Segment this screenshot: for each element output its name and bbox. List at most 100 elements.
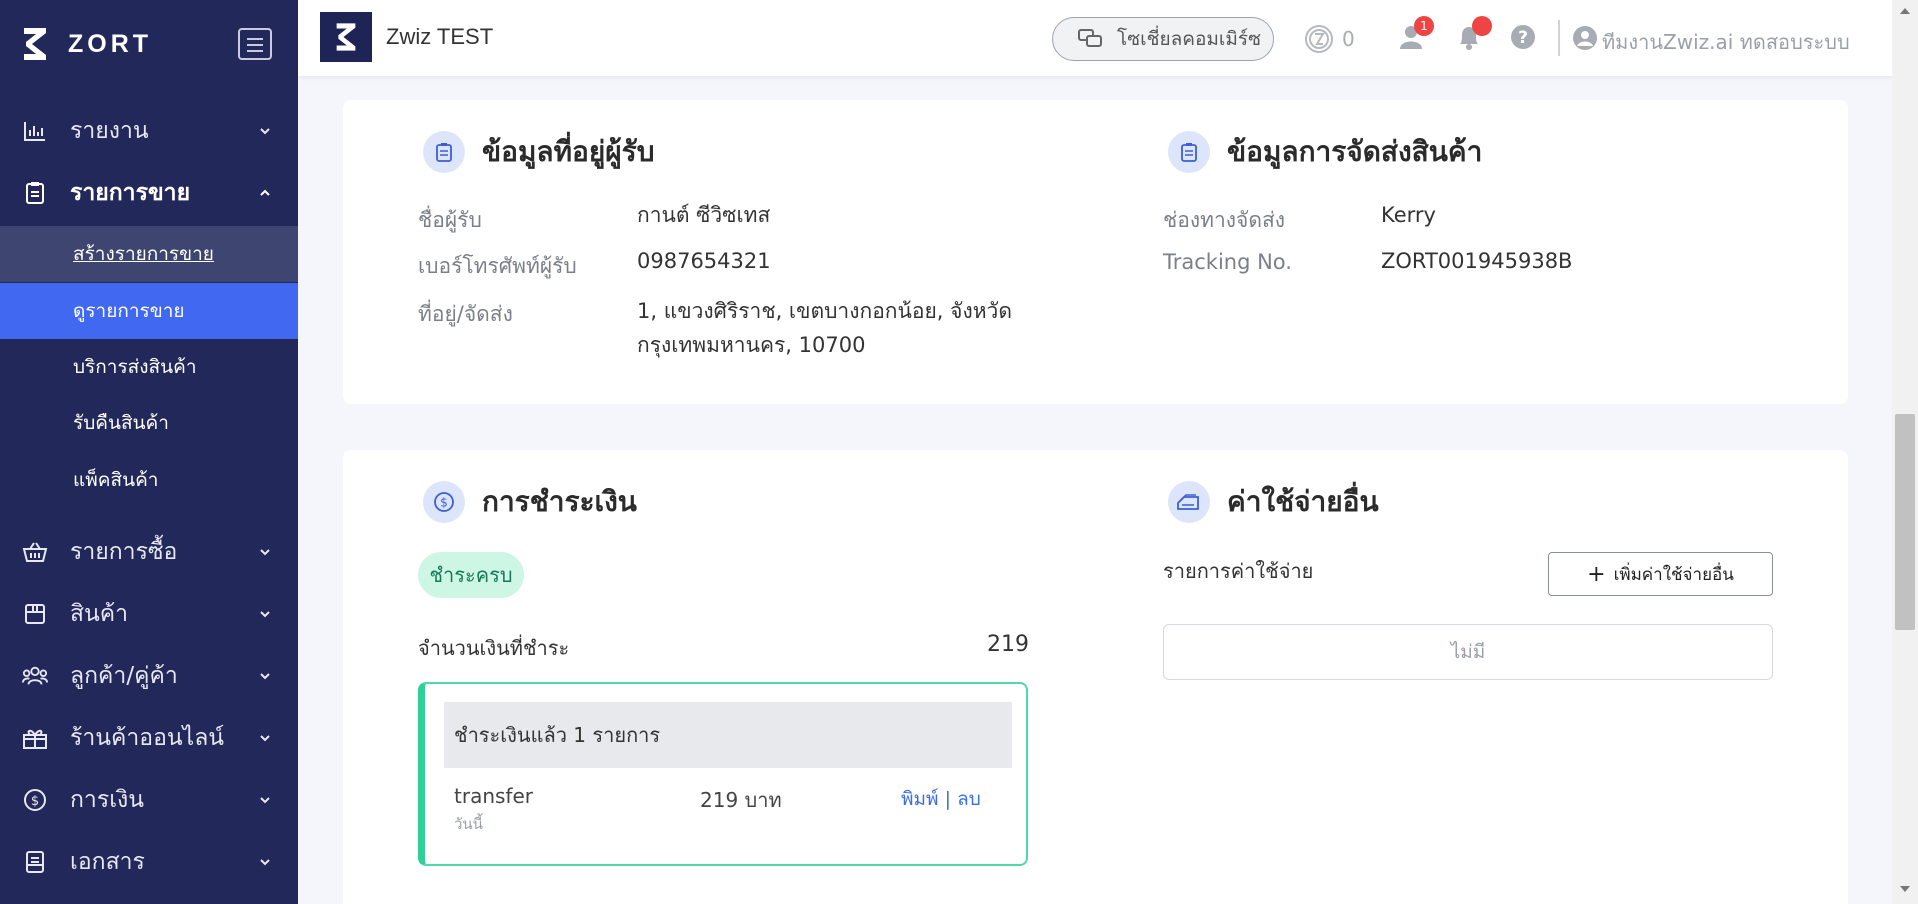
social-commerce-label: โซเชี่ยลคอมเมิร์ซ — [1117, 28, 1262, 50]
nav-label: การเงิน — [70, 787, 145, 813]
zort-logo-icon — [336, 23, 356, 51]
bar-chart-icon — [22, 118, 48, 144]
recipient-address-label: ที่อยู่/จัดส่ง — [418, 302, 513, 326]
print-link[interactable]: พิมพ์ — [901, 788, 939, 810]
notifications-button[interactable] — [1454, 16, 1492, 52]
sidebar-item-shipping-service[interactable]: บริการส่งสินค้า — [0, 339, 298, 395]
payment-entries-header: ชำระเงินแล้ว 1 รายการ — [444, 702, 1012, 768]
amount-label: จำนวนเงินที่ชำระ — [418, 636, 570, 660]
clipboard-icon — [22, 180, 48, 206]
recipient-address-line1: 1, แขวงศิริราช, เขตบางกอกน้อย, จังหวัด — [637, 299, 1012, 323]
sidebar-item-packing[interactable]: แพ็คสินค้า — [0, 452, 298, 508]
user-badge: 1 — [1414, 16, 1434, 36]
logo[interactable]: ZORT — [20, 20, 272, 68]
chevron-down-icon — [260, 859, 270, 866]
nav-item-products[interactable]: สินค้า — [0, 590, 298, 638]
basket-icon — [22, 539, 48, 565]
user-name[interactable]: ทีมงานZwiz.ai ทดสอบระบบ — [1602, 26, 1850, 58]
nav-item-finance[interactable]: $ การเงิน — [0, 776, 298, 824]
sidebar-item-create-sale[interactable]: สร้างรายการขาย — [0, 226, 298, 282]
receipt-icon — [1168, 481, 1210, 523]
payment-expenses-card: $ การชำระเงิน ชำระครบ จำนวนเงินที่ชำระ 2… — [343, 450, 1848, 904]
recipient-phone-label: เบอร์โทรศัพท์ผู้รับ — [418, 254, 577, 278]
other-expenses-title: ค่าใช้จ่ายอื่น — [1227, 485, 1379, 518]
add-expense-button[interactable]: + เพิ่มค่าใช้จ่ายอื่น — [1548, 552, 1773, 596]
payment-title: การชำระเงิน — [482, 485, 637, 518]
user-requests-button[interactable]: 1 — [1398, 16, 1434, 52]
shipping-channel-value: Kerry — [1381, 203, 1436, 227]
chevron-down-icon — [260, 797, 270, 804]
dollar-icon: $ — [22, 787, 48, 813]
nav-item-purchases[interactable]: รายการซื้อ — [0, 528, 298, 576]
payment-date: วันนี้ — [454, 815, 483, 833]
sub-label: รับคืนสินค้า — [73, 412, 169, 434]
sidebar-item-returns[interactable]: รับคืนสินค้า — [0, 395, 298, 451]
chevron-up-icon — [260, 189, 270, 196]
payment-method: transfer — [454, 784, 533, 808]
help-button[interactable]: ? — [1508, 22, 1538, 52]
sidebar-item-view-sales[interactable]: ดูรายการขาย — [0, 283, 298, 339]
tracking-label: Tracking No. — [1163, 250, 1292, 274]
payment-actions: พิมพ์ | ลบ — [901, 784, 981, 814]
menu-toggle-button[interactable] — [238, 28, 272, 60]
chevron-down-icon — [260, 549, 270, 556]
delete-link[interactable]: ลบ — [957, 788, 981, 810]
nav-item-sales[interactable]: รายการขาย — [0, 169, 298, 217]
nav-label: รายการขาย — [70, 180, 191, 206]
notification-dot — [1472, 16, 1492, 36]
svg-text:$: $ — [31, 794, 39, 809]
recipient-title: ข้อมูลที่อยู่ผู้รับ — [482, 135, 655, 168]
recipient-shipping-card: ข้อมูลที่อยู่ผู้รับ ชื่อผู้รับ กานต์ ซีว… — [343, 100, 1848, 404]
sidebar: ZORT รายงาน รายการขาย สร้างรายการขาย ดูร… — [0, 0, 298, 904]
nav-label: สินค้า — [70, 601, 129, 627]
nav-label: รายการซื้อ — [70, 539, 178, 565]
sub-label: สร้างรายการขาย — [73, 243, 214, 265]
nav-item-reports[interactable]: รายงาน — [0, 107, 298, 155]
sub-label: ดูรายการขาย — [73, 300, 185, 322]
nav-item-online-store[interactable]: ร้านค้าออนไลน์ — [0, 714, 298, 762]
divider — [1558, 20, 1560, 56]
recipient-phone-value: 0987654321 — [637, 249, 771, 273]
box-icon — [22, 601, 48, 627]
sub-label: บริการส่งสินค้า — [73, 356, 197, 378]
svg-text:$: $ — [440, 496, 448, 510]
brand-name: ZORT — [68, 29, 153, 58]
shipping-title: ข้อมูลการจัดส่งสินค้า — [1227, 135, 1483, 168]
shop-logo[interactable] — [320, 12, 372, 62]
expense-list-label: รายการค่าใช้จ่าย — [1163, 559, 1314, 583]
scroll-down-icon[interactable] — [1900, 886, 1910, 894]
plus-icon: + — [1587, 561, 1606, 587]
recipient-name-value: กานต์ ซีวิซเทส — [637, 203, 771, 227]
chat-icon — [1078, 29, 1102, 47]
link-separator: | — [938, 788, 958, 810]
nav-label: รายงาน — [70, 118, 149, 144]
scroll-thumb[interactable] — [1895, 414, 1915, 630]
scroll-up-icon[interactable] — [1900, 6, 1910, 14]
chevron-down-icon — [260, 611, 270, 618]
users-icon — [22, 663, 48, 689]
coin-icon[interactable] — [1304, 24, 1334, 54]
nav-label: เอกสาร — [70, 849, 145, 875]
account-icon — [1573, 26, 1597, 50]
social-commerce-button[interactable]: โซเชี่ยลคอมเมิร์ซ — [1052, 17, 1274, 61]
zort-logo-icon — [24, 28, 46, 60]
nav-item-documents[interactable]: เอกสาร — [0, 838, 298, 886]
nav-label: ลูกค้า/คู่ค้า — [70, 663, 178, 689]
chevron-down-icon — [260, 128, 270, 135]
shipping-channel-label: ช่องทางจัดส่ง — [1163, 208, 1286, 232]
nav-label: ร้านค้าออนไลน์ — [70, 725, 225, 751]
page-scrollbar[interactable] — [1892, 0, 1918, 904]
tracking-value: ZORT001945938B — [1381, 249, 1573, 273]
document-icon — [22, 849, 48, 875]
dollar-icon: $ — [423, 481, 465, 523]
chevron-down-icon — [260, 673, 270, 680]
clipboard-icon — [1168, 131, 1210, 173]
clipboard-icon — [423, 131, 465, 173]
topbar: Zwiz TEST โซเชี่ยลคอมเมิร์ซ 0 1 ? ทีมงาน… — [298, 0, 1892, 76]
nav-item-customers[interactable]: ลูกค้า/คู่ค้า — [0, 652, 298, 700]
payment-entries-box: ชำระเงินแล้ว 1 รายการ transfer วันนี้ 21… — [418, 682, 1028, 866]
payment-entries-count: ชำระเงินแล้ว 1 รายการ — [454, 723, 661, 747]
shop-name[interactable]: Zwiz TEST — [386, 24, 493, 50]
payment-status-badge: ชำระครบ — [418, 552, 524, 598]
help-icon: ? — [1511, 25, 1535, 49]
